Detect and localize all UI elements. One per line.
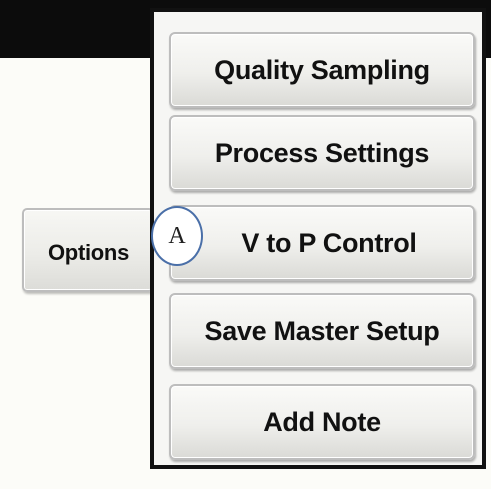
menu-item-save-master-setup[interactable]: Save Master Setup [169,293,475,369]
options-button-label: Options [48,240,130,265]
menu-item-label: Process Settings [214,137,430,168]
menu-item-label: Quality Sampling [214,54,430,85]
menu-item-label: Add Note [263,406,381,437]
menu-item-process-settings[interactable]: Process Settings [169,115,475,191]
options-button[interactable]: Options [22,208,154,292]
callout-marker: A [151,206,203,266]
menu-item-quality-sampling[interactable]: Quality Sampling [169,32,475,108]
menu-item-label: Save Master Setup [204,315,440,346]
menu-item-v-to-p-control[interactable]: V to P Control [169,205,475,281]
menu-item-add-note[interactable]: Add Note [169,384,475,460]
menu-item-label: V to P Control [241,227,417,258]
callout-marker-label: A [168,222,186,249]
